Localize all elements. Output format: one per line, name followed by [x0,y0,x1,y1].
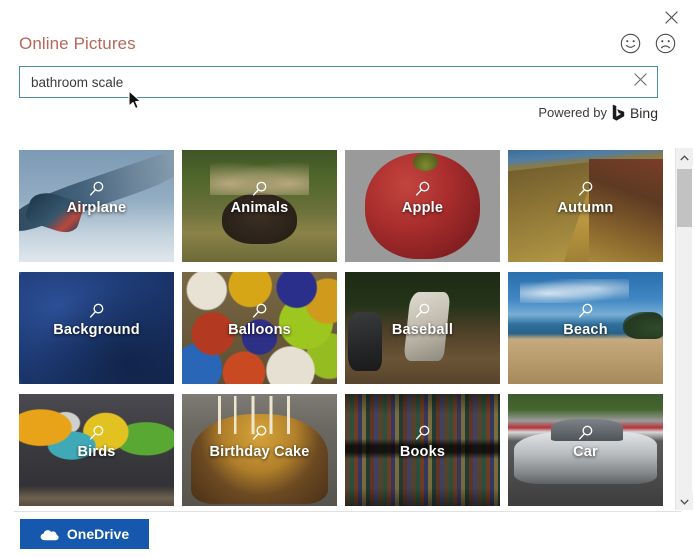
tile-label: Books [399,444,446,460]
powered-by-label: Powered by [538,105,607,120]
smiley-face-icon[interactable] [620,33,641,54]
powered-by-bing: Powered by Bing [538,104,658,121]
tile-label: Birds [77,444,116,460]
grid-scrollbar[interactable] [675,148,693,510]
scroll-down-button[interactable] [676,492,693,510]
clear-x-icon [633,73,647,91]
magnifier-icon [414,424,432,442]
tile-label: Background [53,322,140,338]
page-title: Online Pictures [19,34,136,53]
search-input[interactable] [20,67,623,97]
magnifier-icon [251,424,269,442]
clear-search-button[interactable] [623,67,657,97]
tile-label: Animals [230,200,289,216]
chevron-down-icon [680,492,689,510]
category-tile-birthday-cake[interactable]: Birthday Cake [182,394,337,506]
close-icon [664,10,678,24]
category-tile-birds[interactable]: Birds [19,394,174,506]
footer-divider [14,511,681,512]
tile-label: Birthday Cake [209,444,310,460]
scrollbar-thumb[interactable] [677,169,692,227]
magnifier-icon [88,180,106,198]
close-dialog-button[interactable] [656,3,686,31]
tile-label: Autumn [557,200,614,216]
tile-label: Car [573,444,598,460]
tile-label: Balloons [228,322,291,338]
scroll-up-button[interactable] [676,148,693,166]
onedrive-button[interactable]: OneDrive [20,519,149,549]
magnifier-icon [414,302,432,320]
dialog-header: Online Pictures [19,33,676,61]
magnifier-icon [414,180,432,198]
category-tile-beach[interactable]: Beach [508,272,663,384]
feedback-icon-group [620,33,676,54]
picture-category-grid: Airplane Animals Apple Autumn Background Ball… [19,150,671,508]
tile-label: Beach [563,322,608,338]
bing-logo-icon [612,104,625,121]
tile-label: Baseball [391,322,454,338]
magnifier-icon [577,302,595,320]
magnifier-icon [577,180,595,198]
tile-label: Airplane [66,200,127,216]
category-tile-balloons[interactable]: Balloons [182,272,337,384]
magnifier-icon [251,302,269,320]
category-tile-airplane[interactable]: Airplane [19,150,174,262]
magnifier-icon [251,180,269,198]
bing-label: Bing [629,104,658,121]
chevron-up-icon [680,148,689,166]
search-box[interactable] [19,66,658,98]
onedrive-button-label: OneDrive [66,526,130,542]
category-tile-books[interactable]: Books [345,394,500,506]
category-tile-autumn[interactable]: Autumn [508,150,663,262]
category-tile-animals[interactable]: Animals [182,150,337,262]
category-tile-apple[interactable]: Apple [345,150,500,262]
magnifier-icon [88,424,106,442]
magnifier-icon [88,302,106,320]
magnifier-icon [577,424,595,442]
category-tile-background[interactable]: Background [19,272,174,384]
category-tile-car[interactable]: Car [508,394,663,506]
frowny-face-icon[interactable] [655,33,676,54]
category-tile-baseball[interactable]: Baseball [345,272,500,384]
tile-label: Apple [401,200,444,216]
cloud-icon [40,528,59,541]
